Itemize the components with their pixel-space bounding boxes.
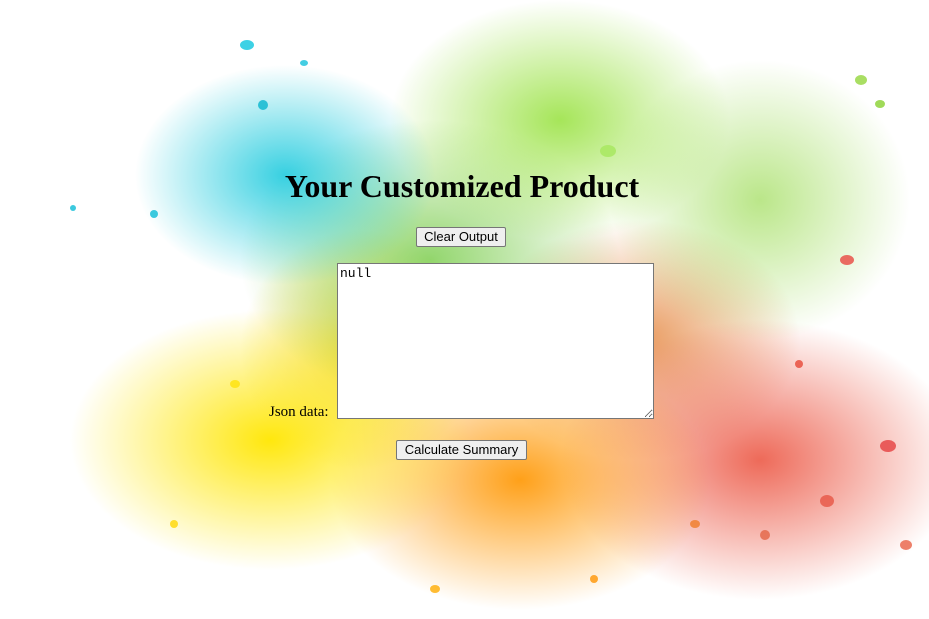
calculate-summary-button[interactable]: Calculate Summary xyxy=(396,440,527,460)
json-data-label: Json data: xyxy=(269,404,329,420)
clear-output-button[interactable]: Clear Output xyxy=(416,227,506,247)
page-background: Your Customized Product Clear Output Jso… xyxy=(0,0,929,619)
json-data-textarea[interactable]: null xyxy=(337,263,654,419)
page-title: Your Customized Product xyxy=(284,168,640,204)
